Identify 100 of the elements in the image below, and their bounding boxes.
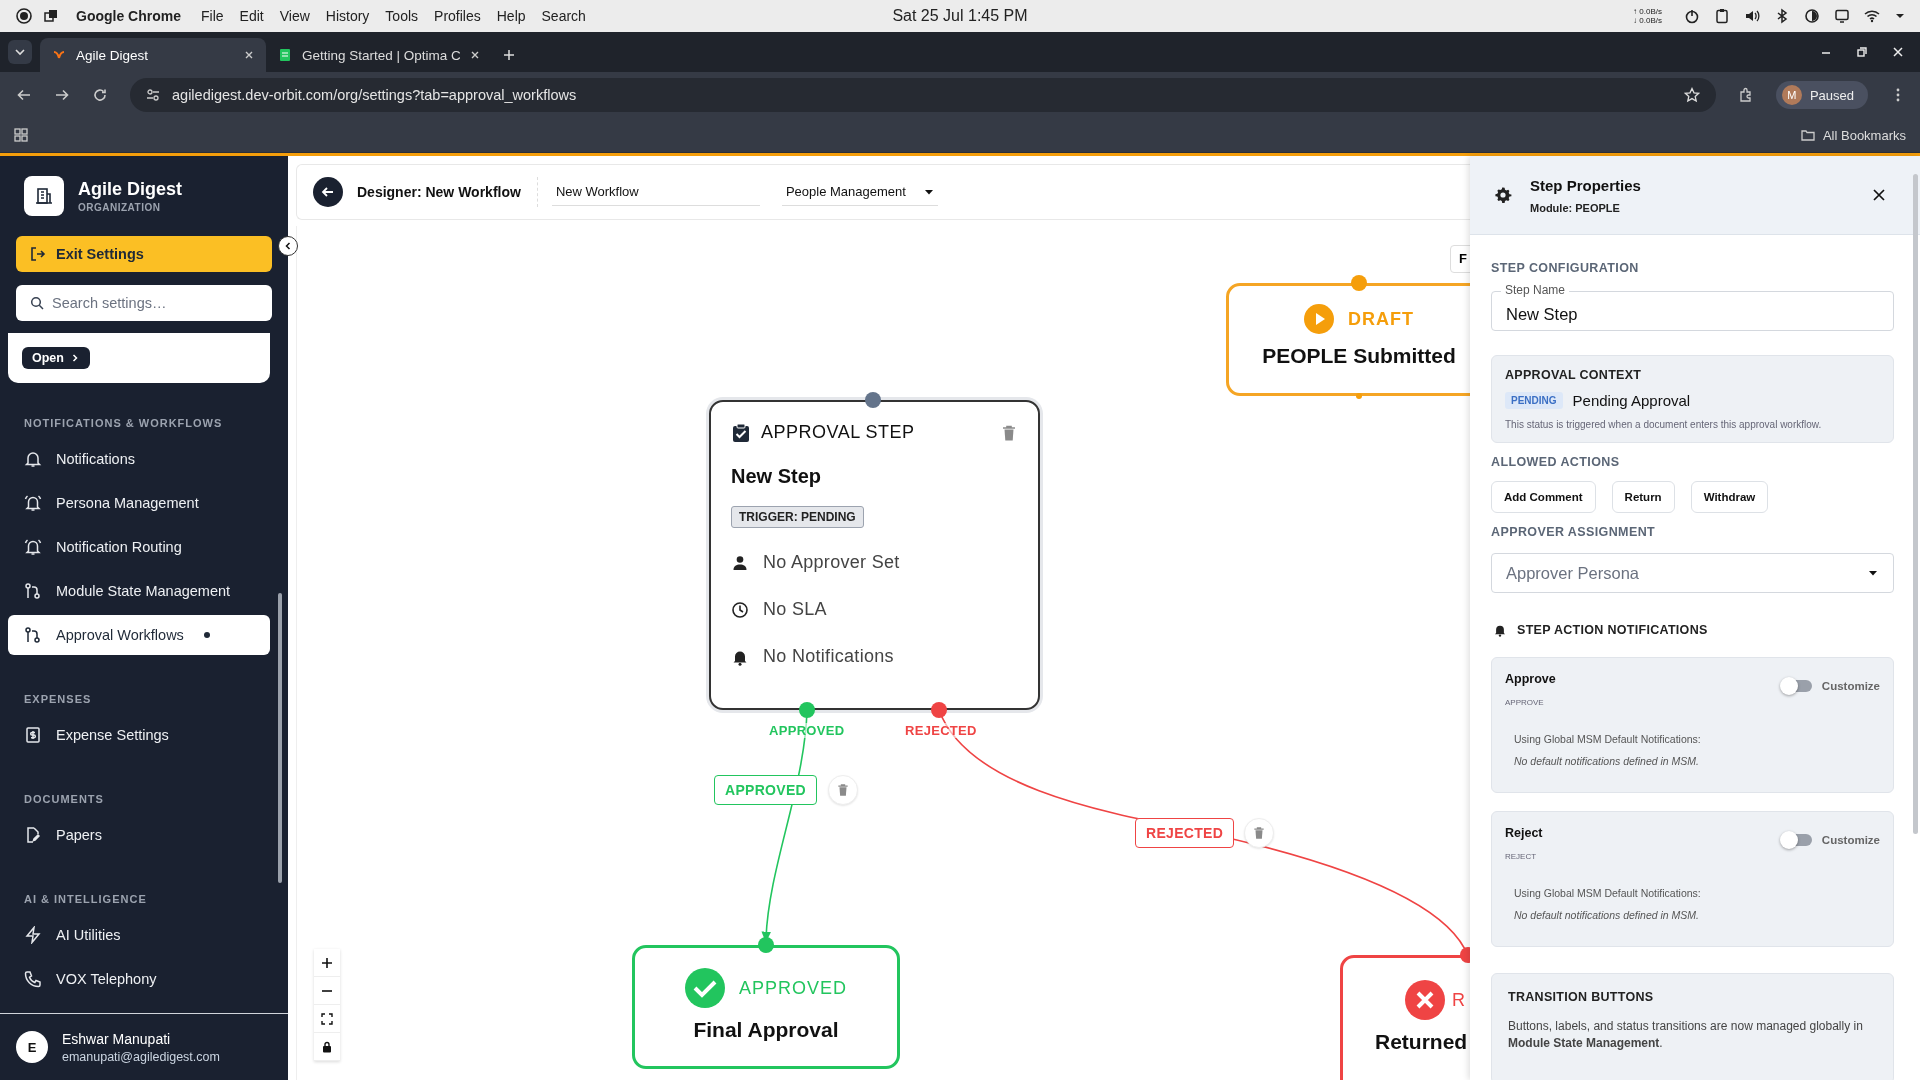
rejected-port[interactable] — [931, 702, 947, 718]
caret-icon[interactable] — [1868, 568, 1878, 578]
trash-icon — [836, 783, 850, 797]
menu-item[interactable]: Edit — [239, 8, 264, 24]
canvas-button[interactable]: F — [1450, 245, 1470, 273]
trash-icon[interactable] — [1000, 423, 1018, 442]
x-circle-icon — [1405, 980, 1445, 1020]
sidebar-item[interactable]: Papers — [8, 815, 270, 855]
section-heading: EXPENSES — [23, 692, 93, 707]
extensions-icon[interactable] — [1737, 87, 1754, 103]
building-icon — [34, 186, 54, 206]
all-bookmarks-button[interactable]: All Bookmarks — [1800, 127, 1906, 143]
new-tab-icon[interactable] — [502, 48, 516, 62]
menu-item[interactable]: History — [325, 8, 370, 24]
node-heading: R — [1452, 989, 1466, 1011]
menu-item[interactable]: File — [201, 8, 224, 24]
action-title: Reject — [1505, 826, 1543, 840]
edge-label[interactable]: REJECTED — [1135, 818, 1235, 848]
input-port[interactable] — [1351, 275, 1367, 291]
browser-tab[interactable]: Getting Started | Optima C — [266, 38, 492, 72]
sidebar-item[interactable]: Module State Management — [8, 571, 270, 611]
sidebar-item[interactable]: Approval Workflows — [8, 615, 270, 655]
sidebar-item[interactable]: Expense Settings — [8, 715, 270, 755]
volume-icon[interactable] — [1744, 8, 1760, 24]
back-icon[interactable] — [16, 87, 32, 103]
delete-edge-button[interactable] — [828, 775, 858, 805]
wifi-icon[interactable] — [1864, 8, 1880, 24]
bell-ring-icon — [24, 538, 42, 556]
windows-icon[interactable] — [44, 9, 58, 23]
menu-item[interactable]: Tools — [385, 8, 419, 24]
input-port[interactable] — [865, 392, 881, 408]
action-chip[interactable]: Add Comment — [1491, 481, 1596, 513]
approver-select[interactable]: Approver Persona — [1491, 553, 1894, 593]
sidebar-item[interactable]: Persona Management — [8, 483, 270, 523]
action-chip[interactable]: Withdraw — [1690, 481, 1769, 513]
apps-icon[interactable] — [14, 128, 28, 142]
browser-tab[interactable]: Agile Digest — [40, 38, 266, 72]
customize-switch[interactable] — [1781, 834, 1812, 846]
org-type: ORGANIZATION — [78, 202, 162, 213]
sidebar-item[interactable]: Notification Routing — [8, 527, 270, 567]
clock: Sat 25 Jul 1:45 PM — [892, 7, 1028, 25]
approval-step-node[interactable]: APPROVAL STEP New Step TRIGGER: PENDING No Approver Set No SLA No Notifications — [709, 400, 1040, 710]
system-logo-icon[interactable] — [16, 8, 32, 24]
clipboard-icon[interactable] — [1714, 8, 1730, 24]
port-label: REJECTED — [905, 723, 977, 738]
reload-icon[interactable] — [92, 87, 108, 103]
collapse-sidebar-button[interactable] — [278, 236, 298, 256]
caret-icon — [14, 46, 26, 58]
sidebar-item[interactable]: VOX Telephony — [8, 959, 270, 999]
brightness-icon[interactable] — [1804, 8, 1820, 24]
node-heading: DRAFT — [1348, 308, 1414, 330]
power-icon[interactable] — [1684, 8, 1700, 24]
switch-label: Customize — [1821, 834, 1880, 846]
profile-button[interactable]: M Paused — [1775, 81, 1868, 109]
network-speed: ↑ 0.0B/s ↓ 0.0B/s — [1633, 7, 1662, 25]
section-heading: STEP CONFIGURATION — [1491, 261, 1640, 275]
tab-list-button[interactable] — [8, 40, 32, 64]
user-avatar[interactable]: E — [16, 1031, 48, 1063]
restore-icon[interactable] — [1856, 46, 1868, 58]
lightning-icon — [24, 926, 42, 944]
check-circle-icon — [685, 968, 725, 1008]
open-button[interactable]: Open — [22, 347, 90, 369]
start-node[interactable]: DRAFT PEOPLE Submitted — [1226, 283, 1470, 396]
node-field: No Approver Set — [763, 552, 900, 573]
action-chip[interactable]: Return — [1611, 481, 1675, 513]
notification-info: Using Global MSM Default Notifications: — [1514, 887, 1702, 899]
module-select[interactable]: People Management — [781, 178, 938, 206]
back-button[interactable] — [313, 177, 343, 207]
star-icon[interactable] — [1683, 87, 1700, 103]
approved-end-node[interactable]: APPROVED Final Approval — [632, 945, 900, 1069]
section-heading: NOTIFICATIONS & WORKFLOWS — [23, 416, 224, 431]
card-heading: TRANSITION BUTTONS — [1508, 990, 1655, 1004]
trash-icon — [1252, 826, 1266, 840]
clipboard-check-icon — [731, 422, 751, 443]
address-bar[interactable]: agiledigest.dev-orbit.com/org/settings?tab=approval_workflows — [130, 78, 1716, 112]
bell-icon — [1493, 623, 1507, 637]
sidebar-item[interactable]: AI Utilities — [8, 915, 270, 955]
bell-ring-icon — [24, 494, 42, 512]
node-title: PEOPLE Submitted — [1262, 344, 1456, 368]
exit-settings-button[interactable]: Exit Settings — [16, 236, 272, 272]
search-field[interactable]: Search settings… — [16, 285, 272, 321]
chevron-left-icon — [283, 241, 293, 251]
action-code: REJECT — [1505, 852, 1538, 861]
customize-switch[interactable] — [1781, 680, 1812, 692]
menu-item[interactable]: Profiles — [434, 8, 481, 24]
menu-item[interactable]: View — [279, 8, 310, 24]
display-icon[interactable] — [1834, 8, 1850, 24]
status-name: Pending Approval — [1572, 392, 1691, 409]
forward-icon[interactable] — [54, 87, 70, 103]
settings-icon — [1494, 186, 1512, 204]
input-port[interactable] — [758, 937, 774, 953]
menu-item[interactable]: Help — [496, 8, 526, 24]
site-settings-icon[interactable] — [146, 88, 160, 102]
org-name: Agile Digest — [78, 179, 183, 200]
sidebar-item[interactable]: Notifications — [8, 439, 270, 479]
close-icon[interactable] — [1872, 188, 1886, 202]
menu-item[interactable]: Search — [541, 8, 586, 24]
play-icon — [1304, 304, 1334, 334]
node-field: No SLA — [763, 599, 827, 620]
delete-edge-button[interactable] — [1244, 818, 1274, 848]
